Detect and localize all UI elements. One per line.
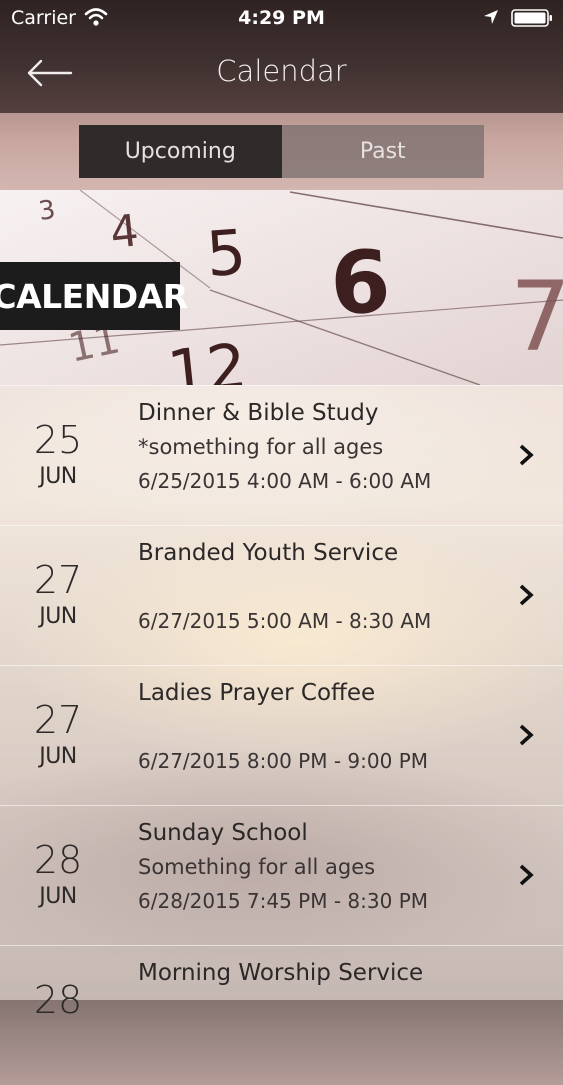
event-title: Branded Youth Service (138, 540, 399, 566)
segmented-control: Upcoming Past (79, 125, 484, 178)
navigation-header: Carrier 4:29 PM Calendar (0, 0, 563, 113)
status-bar: Carrier 4:29 PM (0, 0, 563, 36)
event-title: Sunday School (138, 820, 308, 846)
event-subtitle: *something for all ages (138, 435, 384, 459)
event-list: 25 JUN Dinner & Bible Study *something f… (0, 385, 563, 1085)
event-date-day: 27 (33, 558, 83, 602)
calendar-banner-image: 3 4 5 6 7 11 12 CALENDAR (0, 190, 563, 385)
chevron-right-icon (519, 444, 534, 466)
event-date-day: 28 (33, 838, 83, 882)
location-arrow-icon (484, 10, 498, 24)
event-time: 6/28/2015 7:45 PM - 8:30 PM (138, 889, 429, 913)
tab-past[interactable]: Past (281, 125, 484, 178)
chevron-right-icon (519, 584, 534, 606)
banner-label: CALENDAR (0, 262, 188, 330)
event-title: Dinner & Bible Study (138, 400, 379, 426)
event-date-day: 28 (33, 978, 83, 1022)
calendar-number-3: 3 (37, 195, 58, 227)
event-row[interactable]: 25 JUN Dinner & Bible Study *something f… (0, 385, 563, 525)
event-subtitle: Something for all ages (138, 855, 376, 879)
status-time: 4:29 PM (238, 7, 325, 29)
event-title: Ladies Prayer Coffee (138, 680, 376, 706)
event-row[interactable]: 27 JUN Branded Youth Service 6/27/2015 5… (0, 525, 563, 665)
chevron-right-icon (519, 864, 534, 886)
calendar-number-12: 12 (164, 329, 250, 385)
page-title: Calendar (216, 54, 347, 88)
event-time: 6/25/2015 4:00 AM - 6:00 AM (138, 469, 432, 493)
chevron-right-icon (519, 724, 534, 746)
calendar-number-4: 4 (108, 205, 141, 259)
event-time: 6/27/2015 8:00 PM - 9:00 PM (138, 749, 429, 773)
calendar-number-5: 5 (204, 215, 248, 291)
event-date-month: JUN (39, 604, 77, 629)
event-date-day: 27 (33, 698, 83, 742)
tab-upcoming[interactable]: Upcoming (79, 125, 282, 178)
calendar-number-6: 6 (328, 232, 393, 335)
event-date-month: JUN (39, 744, 77, 769)
calendar-number-7: 7 (510, 261, 563, 373)
event-row[interactable]: 27 JUN Ladies Prayer Coffee 6/27/2015 8:… (0, 665, 563, 805)
event-date-day: 25 (33, 418, 83, 462)
event-date-month: JUN (39, 884, 77, 909)
event-title: Morning Worship Service (138, 960, 424, 986)
event-date-month: JUN (39, 464, 77, 489)
event-time: 6/27/2015 5:00 AM - 8:30 AM (138, 609, 432, 633)
battery-icon (511, 9, 552, 27)
event-row[interactable]: 28 JUN Sunday School Something for all a… (0, 805, 563, 945)
event-row[interactable]: 28 Morning Worship Service (0, 945, 563, 1085)
